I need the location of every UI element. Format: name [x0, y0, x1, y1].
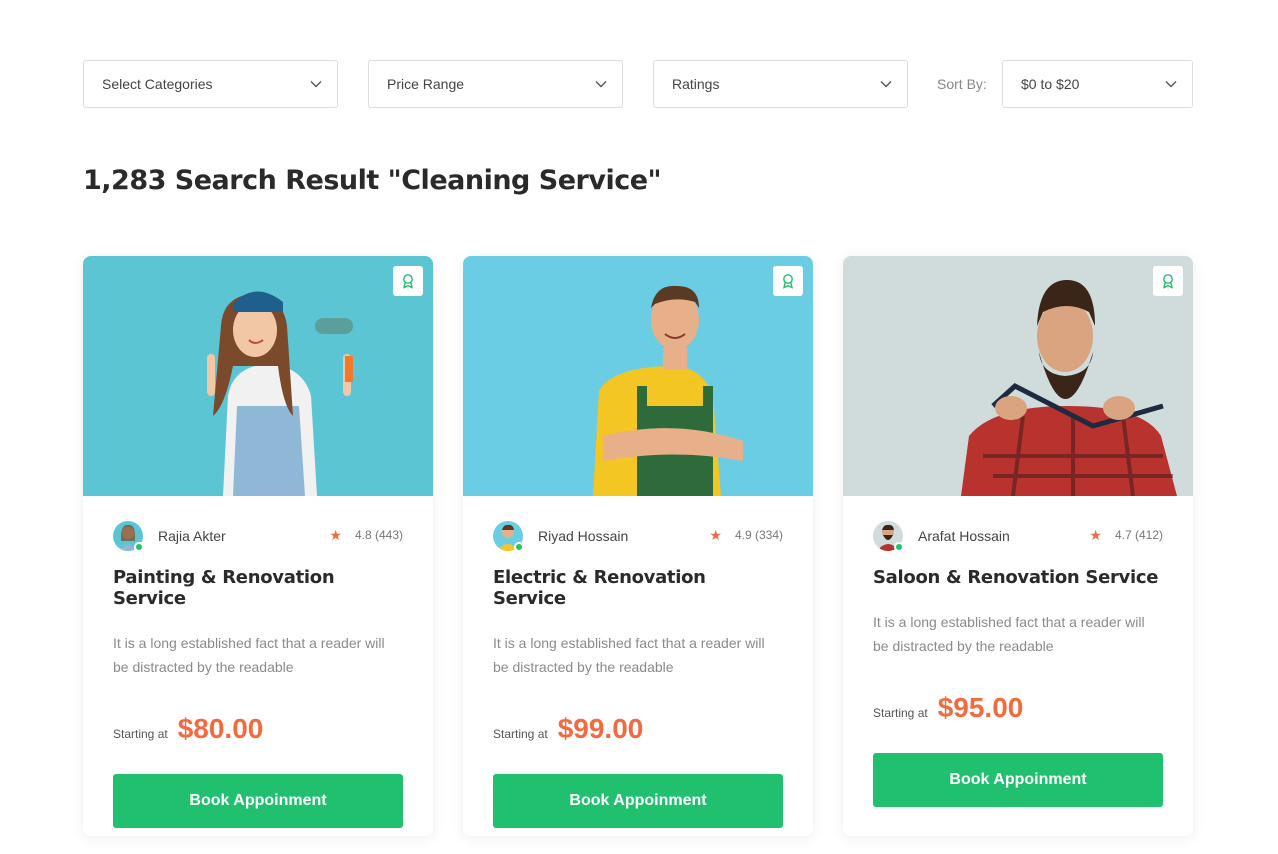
chevron-down-icon	[880, 81, 892, 88]
rating-value: 4.9 (334)	[734, 528, 783, 542]
service-photo	[843, 256, 1193, 496]
service-price: $80.00	[177, 713, 264, 744]
sort-select[interactable]: $0 to $20	[1002, 60, 1193, 108]
sort-by-label: Sort By:	[937, 76, 987, 92]
service-photo	[83, 256, 433, 496]
starting-at-label: Starting at	[873, 706, 928, 720]
book-appointment-button[interactable]: Book Appoinment	[493, 774, 783, 828]
rating: ★ 4.9 (334)	[709, 528, 783, 542]
price-row: Starting at $99.00	[493, 713, 783, 749]
online-status-dot	[514, 542, 524, 552]
service-card-grid: Rajia Akter ★ 4.8 (443) Painting & Renov…	[83, 256, 1193, 836]
service-card[interactable]: Riyad Hossain ★ 4.9 (334) Electric & Ren…	[463, 256, 813, 836]
service-title[interactable]: Painting & Renovation Service	[113, 567, 403, 609]
chevron-down-icon	[595, 81, 607, 88]
book-appointment-button[interactable]: Book Appoinment	[873, 753, 1163, 807]
service-price: $99.00	[557, 713, 644, 744]
service-description: It is a long established fact that a rea…	[113, 635, 385, 675]
online-status-dot	[134, 542, 144, 552]
rating: ★ 4.8 (443)	[329, 528, 403, 542]
star-icon: ★	[1089, 527, 1102, 543]
service-photo-image	[83, 256, 433, 496]
sort-select-value: $0 to $20	[1021, 76, 1080, 92]
online-status-dot	[894, 542, 904, 552]
chevron-down-icon	[1165, 81, 1177, 88]
provider-name[interactable]: Riyad Hossain	[538, 528, 628, 544]
categories-select-label: Select Categories	[102, 76, 213, 92]
price-row: Starting at $80.00	[113, 713, 403, 749]
book-appointment-button[interactable]: Book Appoinment	[113, 774, 403, 828]
ratings-select[interactable]: Ratings	[653, 60, 908, 108]
ratings-select-label: Ratings	[672, 76, 720, 92]
search-results-heading: 1,283 Search Result "Cleaning Service"	[83, 165, 662, 196]
rating-value: 4.7 (412)	[1114, 528, 1163, 542]
service-card[interactable]: Arafat Hossain ★ 4.7 (412) Saloon & Reno…	[843, 256, 1193, 836]
service-photo-image	[843, 256, 1193, 496]
service-photo-image	[463, 256, 813, 496]
starting-at-label: Starting at	[493, 727, 548, 741]
service-description: It is a long established fact that a rea…	[493, 635, 765, 675]
categories-select[interactable]: Select Categories	[83, 60, 338, 108]
price-row: Starting at $95.00	[873, 692, 1163, 728]
starting-at-label: Starting at	[113, 727, 168, 741]
service-title[interactable]: Electric & Renovation Service	[493, 567, 783, 609]
price-range-select-label: Price Range	[387, 76, 465, 92]
service-card[interactable]: Rajia Akter ★ 4.8 (443) Painting & Renov…	[83, 256, 433, 836]
price-range-select[interactable]: Price Range	[368, 60, 623, 108]
award-icon	[402, 274, 414, 289]
provider-name[interactable]: Arafat Hossain	[918, 528, 1010, 544]
award-badge-button[interactable]	[393, 266, 423, 296]
service-description: It is a long established fact that a rea…	[873, 614, 1145, 654]
award-icon	[1162, 274, 1174, 289]
star-icon: ★	[709, 527, 722, 543]
filter-bar: Select Categories Price Range Ratings So…	[83, 60, 1193, 108]
service-price: $95.00	[937, 692, 1024, 723]
star-icon: ★	[329, 527, 342, 543]
rating-value: 4.8 (443)	[354, 528, 403, 542]
award-icon	[782, 274, 794, 289]
rating: ★ 4.7 (412)	[1089, 528, 1163, 542]
award-badge-button[interactable]	[1153, 266, 1183, 296]
service-photo	[463, 256, 813, 496]
award-badge-button[interactable]	[773, 266, 803, 296]
provider-name[interactable]: Rajia Akter	[158, 528, 226, 544]
chevron-down-icon	[310, 81, 322, 88]
service-title[interactable]: Saloon & Renovation Service	[873, 567, 1163, 588]
